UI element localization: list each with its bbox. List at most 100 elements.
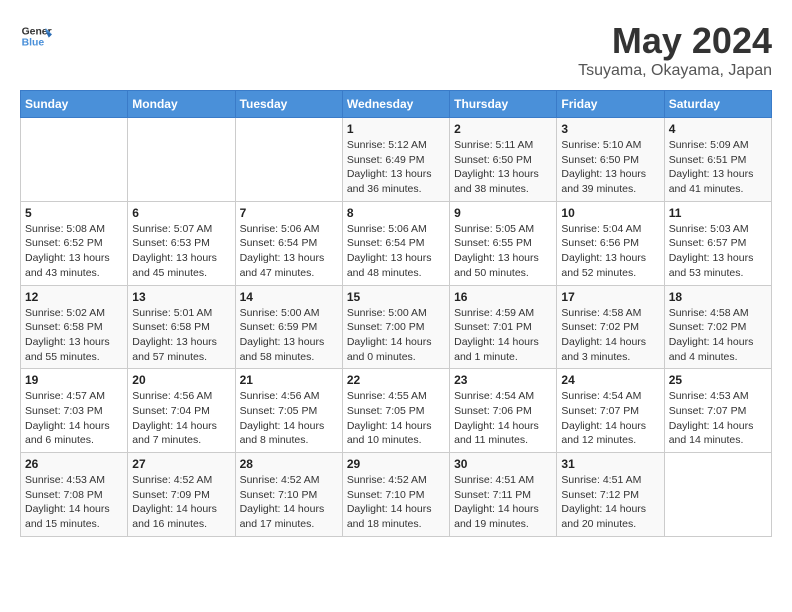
calendar-cell: 14 Sunrise: 5:00 AM Sunset: 6:59 PM Dayli… [235,285,342,369]
calendar-cell: 30Sunrise: 4:51 AM Sunset: 7:11 PM Dayli… [450,453,557,537]
day-info: Sunrise: 4:52 AM Sunset: 7:10 PM Dayligh… [240,473,338,532]
calendar-cell: 18 Sunrise: 4:58 AM Sunset: 7:02 PM Dayli… [664,285,771,369]
location-title: Tsuyama, Okayama, Japan [578,62,772,80]
day-header-friday: Friday [557,91,664,118]
day-number: 28 [240,457,338,471]
calendar-cell [128,118,235,202]
logo-icon: General Blue [20,20,52,52]
day-number: 26 [25,457,123,471]
svg-text:Blue: Blue [22,38,45,49]
calendar-cell: 15 Sunrise: 5:00 AM Sunset: 7:00 PM Dayli… [342,285,449,369]
day-info: Sunrise: 4:54 AM Sunset: 7:06 PM Dayligh… [454,389,552,448]
day-number: 21 [240,373,338,387]
calendar-cell: 16 Sunrise: 4:59 AM Sunset: 7:01 PM Dayli… [450,285,557,369]
day-number: 20 [132,373,230,387]
day-info: Sunrise: 5:03 AM Sunset: 6:57 PM Dayligh… [669,222,767,281]
calendar-cell: 11Sunrise: 5:03 AM Sunset: 6:57 PM Dayli… [664,201,771,285]
day-number: 4 [669,122,767,136]
calendar-cell [235,118,342,202]
day-info: Sunrise: 4:52 AM Sunset: 7:10 PM Dayligh… [347,473,445,532]
day-header-tuesday: Tuesday [235,91,342,118]
day-info: Sunrise: 5:10 AM Sunset: 6:50 PM Dayligh… [561,138,659,197]
day-number: 16 [454,290,552,304]
calendar-cell: 25 Sunrise: 4:53 AM Sunset: 7:07 PM Dayli… [664,369,771,453]
day-info: Sunrise: 5:00 AM Sunset: 6:59 PM Dayligh… [240,306,338,365]
day-info: Sunrise: 4:52 AM Sunset: 7:09 PM Dayligh… [132,473,230,532]
day-info: Sunrise: 4:53 AM Sunset: 7:07 PM Dayligh… [669,389,767,448]
calendar-cell: 20Sunrise: 4:56 AM Sunset: 7:04 PM Dayli… [128,369,235,453]
day-info: Sunrise: 5:05 AM Sunset: 6:55 PM Dayligh… [454,222,552,281]
calendar-body: 1 Sunrise: 5:12 AM Sunset: 6:49 PM Daylig… [21,118,772,537]
day-info: Sunrise: 5:08 AM Sunset: 6:52 PM Dayligh… [25,222,123,281]
day-info: Sunrise: 5:07 AM Sunset: 6:53 PM Dayligh… [132,222,230,281]
day-number: 25 [669,373,767,387]
day-number: 2 [454,122,552,136]
day-number: 1 [347,122,445,136]
day-header-wednesday: Wednesday [342,91,449,118]
day-header-saturday: Saturday [664,91,771,118]
day-number: 12 [25,290,123,304]
day-info: Sunrise: 5:06 AM Sunset: 6:54 PM Dayligh… [240,222,338,281]
calendar-cell [664,453,771,537]
day-info: Sunrise: 5:11 AM Sunset: 6:50 PM Dayligh… [454,138,552,197]
calendar-cell: 10 Sunrise: 5:04 AM Sunset: 6:56 PM Dayli… [557,201,664,285]
day-number: 14 [240,290,338,304]
calendar-table: SundayMondayTuesdayWednesdayThursdayFrid… [20,90,772,537]
day-number: 24 [561,373,659,387]
day-number: 15 [347,290,445,304]
calendar-cell: 4 Sunrise: 5:09 AM Sunset: 6:51 PM Daylig… [664,118,771,202]
day-info: Sunrise: 4:57 AM Sunset: 7:03 PM Dayligh… [25,389,123,448]
calendar-cell: 29 Sunrise: 4:52 AM Sunset: 7:10 PM Dayli… [342,453,449,537]
day-number: 31 [561,457,659,471]
page-header: General Blue May 2024 Tsuyama, Okayama, … [20,20,772,80]
logo: General Blue [20,20,52,52]
day-number: 10 [561,206,659,220]
calendar-cell: 8Sunrise: 5:06 AM Sunset: 6:54 PM Daylig… [342,201,449,285]
calendar-cell: 2 Sunrise: 5:11 AM Sunset: 6:50 PM Daylig… [450,118,557,202]
calendar-cell: 31 Sunrise: 4:51 AM Sunset: 7:12 PM Dayli… [557,453,664,537]
calendar-cell: 9 Sunrise: 5:05 AM Sunset: 6:55 PM Daylig… [450,201,557,285]
day-number: 29 [347,457,445,471]
day-info: Sunrise: 4:59 AM Sunset: 7:01 PM Dayligh… [454,306,552,365]
calendar-cell: 24 Sunrise: 4:54 AM Sunset: 7:07 PM Dayli… [557,369,664,453]
week-row-3: 12Sunrise: 5:02 AM Sunset: 6:58 PM Dayli… [21,285,772,369]
month-title: May 2024 [578,20,772,62]
day-number: 8 [347,206,445,220]
day-info: Sunrise: 5:12 AM Sunset: 6:49 PM Dayligh… [347,138,445,197]
day-number: 7 [240,206,338,220]
days-row: SundayMondayTuesdayWednesdayThursdayFrid… [21,91,772,118]
calendar-cell: 3Sunrise: 5:10 AM Sunset: 6:50 PM Daylig… [557,118,664,202]
calendar-cell: 28 Sunrise: 4:52 AM Sunset: 7:10 PM Dayli… [235,453,342,537]
day-info: Sunrise: 4:55 AM Sunset: 7:05 PM Dayligh… [347,389,445,448]
day-number: 27 [132,457,230,471]
calendar-cell: 5Sunrise: 5:08 AM Sunset: 6:52 PM Daylig… [21,201,128,285]
calendar-cell: 19 Sunrise: 4:57 AM Sunset: 7:03 PM Dayli… [21,369,128,453]
calendar-cell: 17 Sunrise: 4:58 AM Sunset: 7:02 PM Dayli… [557,285,664,369]
day-number: 18 [669,290,767,304]
calendar-cell: 27 Sunrise: 4:52 AM Sunset: 7:09 PM Dayli… [128,453,235,537]
day-number: 22 [347,373,445,387]
day-header-thursday: Thursday [450,91,557,118]
day-number: 17 [561,290,659,304]
day-info: Sunrise: 4:58 AM Sunset: 7:02 PM Dayligh… [669,306,767,365]
day-info: Sunrise: 4:51 AM Sunset: 7:12 PM Dayligh… [561,473,659,532]
day-info: Sunrise: 4:54 AM Sunset: 7:07 PM Dayligh… [561,389,659,448]
week-row-2: 5Sunrise: 5:08 AM Sunset: 6:52 PM Daylig… [21,201,772,285]
day-info: Sunrise: 4:51 AM Sunset: 7:11 PM Dayligh… [454,473,552,532]
day-info: Sunrise: 5:04 AM Sunset: 6:56 PM Dayligh… [561,222,659,281]
calendar-cell: 13Sunrise: 5:01 AM Sunset: 6:58 PM Dayli… [128,285,235,369]
day-header-sunday: Sunday [21,91,128,118]
day-number: 9 [454,206,552,220]
day-info: Sunrise: 5:00 AM Sunset: 7:00 PM Dayligh… [347,306,445,365]
calendar-cell: 22 Sunrise: 4:55 AM Sunset: 7:05 PM Dayli… [342,369,449,453]
calendar-header: SundayMondayTuesdayWednesdayThursdayFrid… [21,91,772,118]
day-number: 23 [454,373,552,387]
day-info: Sunrise: 4:58 AM Sunset: 7:02 PM Dayligh… [561,306,659,365]
calendar-cell: 21Sunrise: 4:56 AM Sunset: 7:05 PM Dayli… [235,369,342,453]
day-info: Sunrise: 5:09 AM Sunset: 6:51 PM Dayligh… [669,138,767,197]
day-number: 19 [25,373,123,387]
calendar-cell [21,118,128,202]
calendar-cell: 1 Sunrise: 5:12 AM Sunset: 6:49 PM Daylig… [342,118,449,202]
calendar-cell: 26 Sunrise: 4:53 AM Sunset: 7:08 PM Dayli… [21,453,128,537]
day-info: Sunrise: 4:53 AM Sunset: 7:08 PM Dayligh… [25,473,123,532]
